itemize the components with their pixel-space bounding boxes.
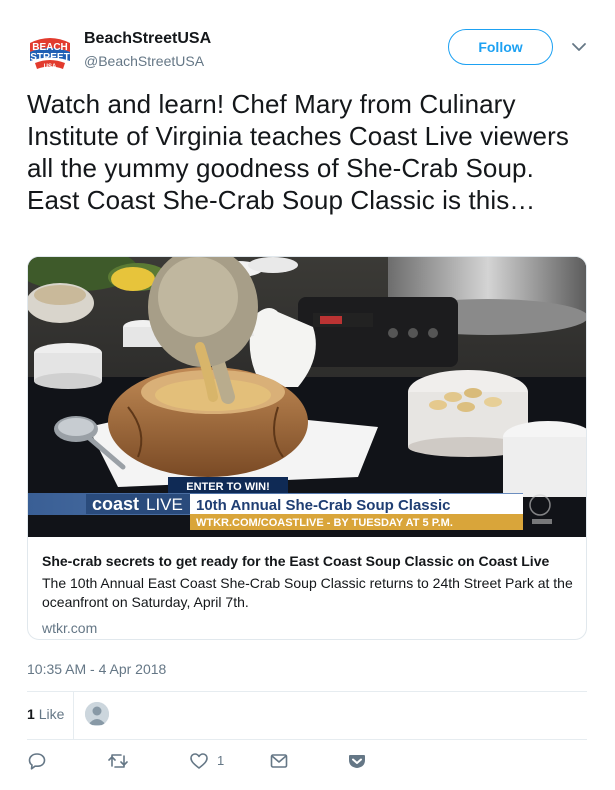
reply-button[interactable] xyxy=(27,750,47,772)
svg-text:STREET: STREET xyxy=(30,52,69,63)
retweet-button[interactable] xyxy=(107,750,129,772)
card-domain[interactable]: wtkr.com xyxy=(42,619,574,638)
liker-avatar[interactable] xyxy=(85,702,109,726)
pocket-icon xyxy=(349,755,365,768)
divider xyxy=(27,739,587,740)
stats-divider xyxy=(73,691,74,739)
user-handle[interactable]: @BeachStreetUSA xyxy=(84,51,211,71)
like-count: 1 xyxy=(217,753,225,768)
pocket-save-button[interactable] xyxy=(347,750,367,772)
svg-text:USA: USA xyxy=(44,64,57,70)
retweet-icon xyxy=(108,754,128,768)
divider xyxy=(27,691,587,692)
card-body[interactable]: She-crab secrets to get ready for the Ea… xyxy=(28,537,586,639)
card-description: The 10th Annual East Coast She-Crab Soup… xyxy=(42,575,573,610)
overlay-show-light: LIVE xyxy=(146,495,183,514)
likes-count: 1 xyxy=(27,706,35,722)
like-button[interactable]: 1 xyxy=(189,750,224,772)
heart-icon xyxy=(190,753,208,769)
overlay-enter-text: ENTER TO WIN! xyxy=(186,481,270,493)
direct-message-button[interactable] xyxy=(269,750,289,772)
follow-button[interactable]: Follow xyxy=(448,29,553,65)
likes-stat[interactable]: 1 Like xyxy=(27,706,64,722)
card-title[interactable]: She-crab secrets to get ready for the Ea… xyxy=(42,551,574,571)
link-card[interactable]: ENTER TO WIN! coast LIVE 10th Annual She… xyxy=(27,256,587,640)
tweet-header: BEACH STREET USA BeachStreetUSA @BeachSt… xyxy=(27,28,593,75)
likes-label: Like xyxy=(38,706,65,722)
tweet-actions: 1 xyxy=(27,750,587,774)
reply-icon xyxy=(28,753,46,770)
display-name[interactable]: BeachStreetUSA xyxy=(84,29,211,49)
card-image[interactable]: ENTER TO WIN! coast LIVE 10th Annual She… xyxy=(28,257,586,537)
envelope-icon xyxy=(270,754,288,768)
user-avatar[interactable]: BEACH STREET USA xyxy=(27,29,73,75)
beach-street-usa-logo-icon: BEACH STREET USA xyxy=(28,33,72,71)
overlay-show-bold: coast xyxy=(92,494,139,514)
tweet-timestamp[interactable]: 10:35 AM - 4 Apr 2018 xyxy=(27,659,166,679)
user-names: BeachStreetUSA @BeachStreetUSA xyxy=(84,29,211,71)
tweet-text: Watch and learn! Chef Mary from Culinary… xyxy=(27,89,569,215)
tweet-stats: 1 Like xyxy=(27,691,587,739)
overlay-headline: 10th Annual She-Crab Soup Classic xyxy=(196,497,451,514)
default-user-icon xyxy=(85,702,109,726)
chevron-down-icon[interactable] xyxy=(570,38,588,56)
overlay-subline: WTKR.COM/COASTLIVE - BY TUESDAY AT 5 P.M… xyxy=(196,517,453,529)
